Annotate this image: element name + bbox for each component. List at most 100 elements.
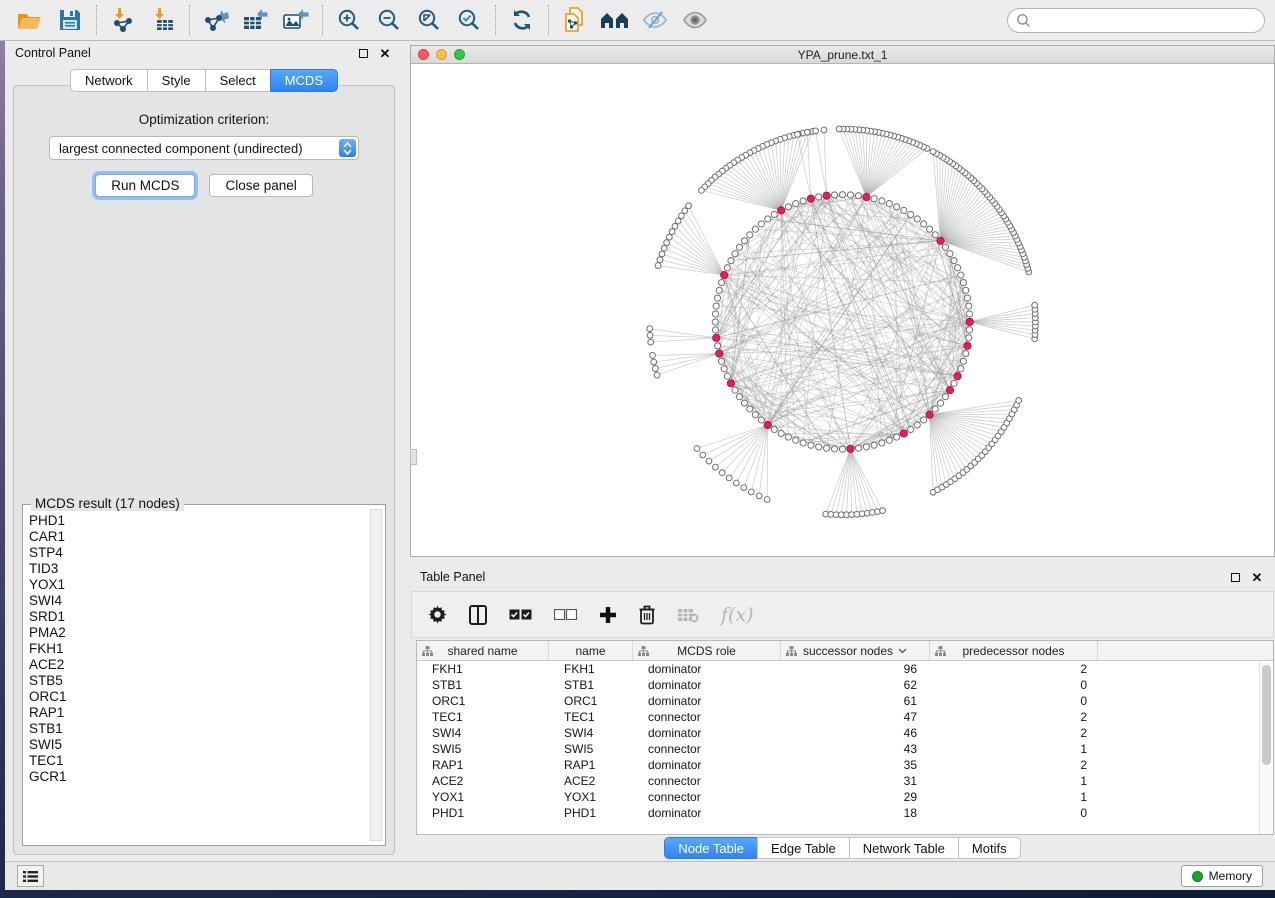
- mcds-result-item[interactable]: STB1: [29, 721, 367, 737]
- mcds-result-item[interactable]: FKH1: [29, 641, 367, 657]
- table-settings-button[interactable]: [428, 600, 447, 630]
- network-window-titlebar[interactable]: YPA_prune.txt_1: [411, 46, 1274, 64]
- unchecked-boxes-icon: [554, 609, 577, 620]
- refresh-layout-button[interactable]: [505, 4, 539, 36]
- show-panels-button[interactable]: [17, 865, 44, 887]
- save-button[interactable]: [53, 4, 87, 36]
- table-row[interactable]: PHD1PHD1dominator180: [417, 805, 1273, 821]
- sort-descending-icon: [898, 648, 907, 654]
- table-row[interactable]: FKH1FKH1dominator962: [417, 661, 1273, 677]
- hide-selected-button[interactable]: [638, 4, 672, 36]
- table-panel-close-button[interactable]: ✕: [1249, 569, 1265, 585]
- column-header-name[interactable]: name: [549, 641, 633, 660]
- columns-icon: [469, 605, 487, 625]
- column-header-predecessor-nodes[interactable]: predecessor nodes: [930, 641, 1098, 660]
- mcds-result-item[interactable]: TID3: [29, 561, 367, 577]
- export-network-icon: [203, 8, 229, 32]
- tab-select[interactable]: Select: [205, 69, 270, 92]
- network-canvas[interactable]: [411, 64, 1274, 556]
- delete-column-button[interactable]: [639, 600, 655, 630]
- splitter-grip[interactable]: [410, 449, 417, 465]
- mcds-result-item[interactable]: SWI4: [29, 593, 367, 609]
- table-row[interactable]: YOX1YOX1connector291: [417, 789, 1273, 805]
- control-panel-float-button[interactable]: [355, 45, 371, 61]
- export-network-button[interactable]: [199, 4, 233, 36]
- tab-edge-table[interactable]: Edge Table: [757, 837, 849, 859]
- memory-label: Memory: [1209, 869, 1252, 883]
- mcds-result-item[interactable]: CAR1: [29, 529, 367, 545]
- zoom-in-button[interactable]: [332, 4, 366, 36]
- cell: dominator: [633, 806, 781, 820]
- table-panel-float-button[interactable]: [1227, 569, 1243, 585]
- mcds-result-list[interactable]: PHD1CAR1STP4TID3YOX1SWI4SRD1PMA2FKH1ACE2…: [29, 513, 367, 841]
- optimization-dropdown[interactable]: largest connected component (undirected): [49, 136, 359, 160]
- run-mcds-button[interactable]: Run MCDS: [95, 174, 195, 197]
- table-row[interactable]: ORC1ORC1dominator610: [417, 693, 1273, 709]
- zoom-selected-button[interactable]: [452, 4, 486, 36]
- select-all-button[interactable]: [509, 600, 532, 630]
- cell: ORC1: [417, 694, 549, 708]
- table-row[interactable]: TEC1TEC1connector472: [417, 709, 1273, 725]
- first-neighbors-button[interactable]: [598, 4, 632, 36]
- table-row[interactable]: SWI5SWI5connector431: [417, 741, 1273, 757]
- cell: ACE2: [549, 774, 633, 788]
- tab-motifs[interactable]: Motifs: [958, 837, 1021, 859]
- cell: 18: [781, 806, 930, 820]
- open-file-button[interactable]: [13, 4, 47, 36]
- list-icon: [23, 870, 38, 883]
- column-header-mcds-role[interactable]: MCDS role: [633, 641, 781, 660]
- import-network-button[interactable]: [106, 4, 140, 36]
- cell: connector: [633, 790, 781, 804]
- mcds-result-item[interactable]: ACE2: [29, 657, 367, 673]
- tab-network[interactable]: Network: [70, 69, 147, 92]
- mcds-result-item[interactable]: PMA2: [29, 625, 367, 641]
- mcds-result-item[interactable]: RAP1: [29, 705, 367, 721]
- cell: ACE2: [417, 774, 549, 788]
- delete-table-button[interactable]: [677, 600, 699, 630]
- mcds-result-item[interactable]: STP4: [29, 545, 367, 561]
- tab-network-table[interactable]: Network Table: [849, 837, 958, 859]
- column-header-successor-nodes[interactable]: successor nodes: [781, 641, 930, 660]
- clone-network-button[interactable]: [558, 4, 592, 36]
- zoom-fit-button[interactable]: [412, 4, 446, 36]
- control-panel-close-button[interactable]: ✕: [377, 45, 393, 61]
- mcds-result-item[interactable]: SRD1: [29, 609, 367, 625]
- mcds-result-item[interactable]: TEC1: [29, 753, 367, 769]
- zoom-out-button[interactable]: [372, 4, 406, 36]
- mcds-result-item[interactable]: YOX1: [29, 577, 367, 593]
- table-scrollbar[interactable]: [1259, 662, 1273, 834]
- mcds-result-item[interactable]: STB5: [29, 673, 367, 689]
- tab-mcds[interactable]: MCDS: [270, 69, 338, 92]
- function-builder-button[interactable]: f(x): [721, 600, 754, 630]
- add-column-button[interactable]: [599, 600, 617, 630]
- mcds-result-scrollbar[interactable]: [370, 509, 382, 841]
- cell: 31: [781, 774, 930, 788]
- cell: 0: [930, 678, 1098, 692]
- mcds-result-item[interactable]: ORC1: [29, 689, 367, 705]
- table-row[interactable]: STB1STB1dominator620: [417, 677, 1273, 693]
- mcds-result-item[interactable]: GCR1: [29, 769, 367, 785]
- import-table-button[interactable]: [146, 4, 180, 36]
- node-table: shared namenameMCDS rolesuccessor nodesp…: [416, 640, 1274, 835]
- export-table-button[interactable]: [239, 4, 273, 36]
- table-scrollbar-thumb[interactable]: [1262, 665, 1271, 765]
- table-row[interactable]: ACE2ACE2connector311: [417, 773, 1273, 789]
- cell: SWI4: [549, 726, 633, 740]
- show-all-button[interactable]: [678, 4, 712, 36]
- search-input[interactable]: [1031, 13, 1256, 27]
- toolbar-separator: [189, 5, 190, 35]
- export-image-button[interactable]: [279, 4, 313, 36]
- tab-style[interactable]: Style: [147, 69, 205, 92]
- close-panel-button[interactable]: Close panel: [209, 174, 312, 197]
- table-row[interactable]: SWI4SWI4dominator462: [417, 725, 1273, 741]
- column-header-shared-name[interactable]: shared name: [417, 641, 549, 660]
- column-type-icon: [638, 646, 649, 656]
- table-row[interactable]: RAP1RAP1dominator352: [417, 757, 1273, 773]
- show-columns-button[interactable]: [469, 600, 487, 630]
- memory-button[interactable]: Memory: [1181, 865, 1263, 887]
- deselect-all-button[interactable]: [554, 600, 577, 630]
- mcds-result-item[interactable]: SWI5: [29, 737, 367, 753]
- cell: STB1: [549, 678, 633, 692]
- mcds-result-item[interactable]: PHD1: [29, 513, 367, 529]
- tab-node-table[interactable]: Node Table: [664, 837, 757, 859]
